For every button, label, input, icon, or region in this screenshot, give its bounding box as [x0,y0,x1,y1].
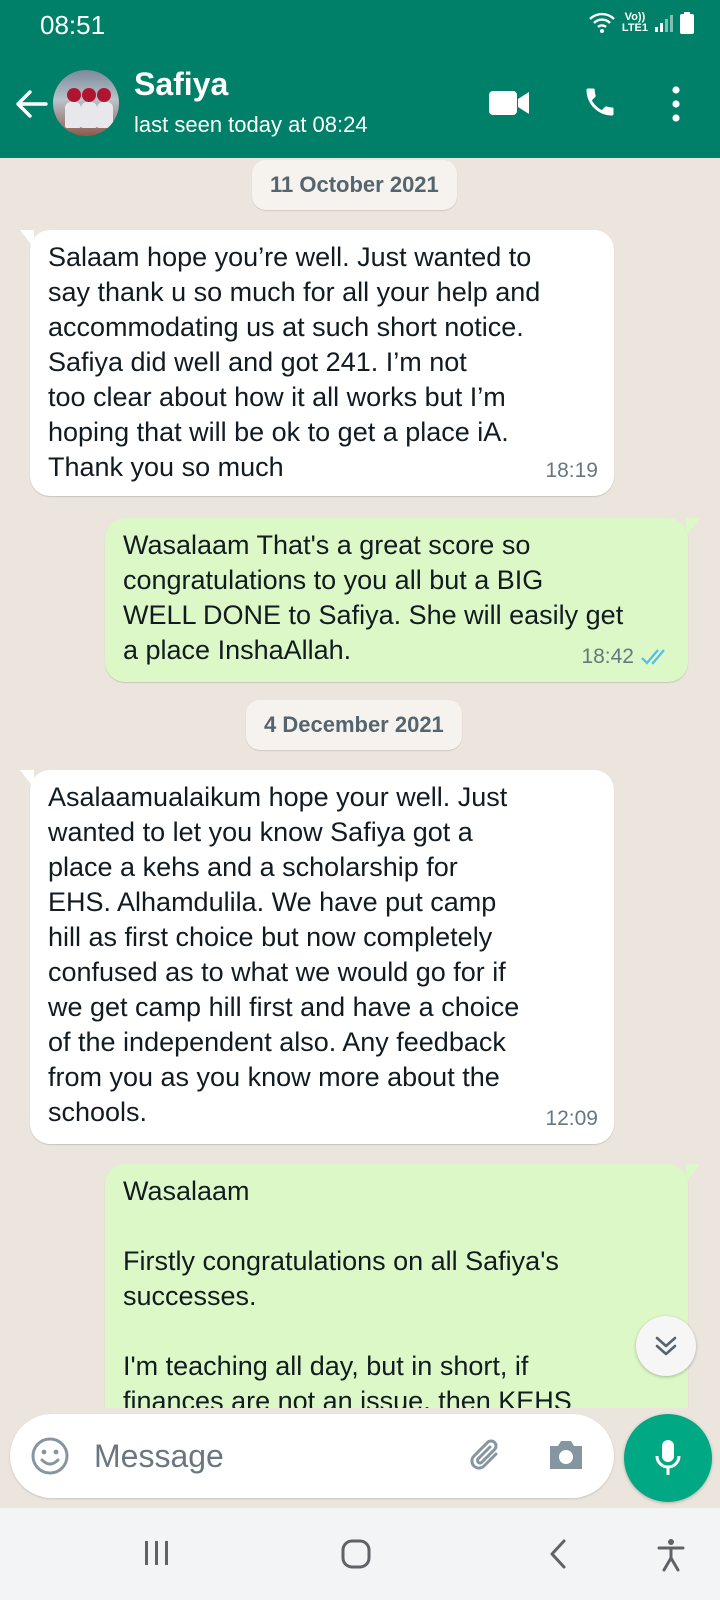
read-ticks-icon [641,648,665,665]
chat-header: Safiya last seen today at 08:24 [0,50,720,158]
message-text: Wasalaam Firstly congratulations on all … [123,1176,572,1408]
message-timestamp: 18:19 [545,459,598,482]
date-separator: 4 December 2021 [246,700,462,750]
emoji-icon[interactable] [30,1436,70,1476]
accessibility-icon[interactable] [656,1538,686,1572]
date-separator: 11 October 2021 [252,160,457,210]
message-composer [10,1414,614,1498]
voice-message-button[interactable] [624,1414,712,1502]
scroll-to-bottom-button[interactable] [636,1316,696,1376]
home-icon[interactable] [340,1538,372,1570]
more-options-icon[interactable] [670,84,682,124]
video-call-icon[interactable] [488,88,530,118]
contact-name[interactable]: Safiya [134,66,228,103]
message-text: Salaam hope you’re well. Just wanted to … [48,242,541,482]
chat-area[interactable]: 11 October 2021 Salaam hope you’re well.… [0,158,720,1408]
status-icons: Vo)) LTE1 [588,12,694,34]
last-seen-status[interactable]: last seen today at 08:24 [134,112,368,138]
system-navigation-bar [0,1508,720,1600]
outgoing-message-bubble[interactable]: Wasalaam That's a great score so congrat… [105,518,700,682]
recent-apps-icon[interactable] [142,1538,172,1568]
battery-icon [680,12,694,34]
incoming-message-bubble[interactable]: Salaam hope you’re well. Just wanted to … [20,230,614,496]
message-text: Asalaamualaikum hope your well. Just wan… [48,782,520,1127]
camera-icon[interactable] [546,1436,586,1474]
phone-call-icon[interactable] [582,84,618,120]
message-input[interactable] [92,1432,436,1480]
status-time: 08:51 [40,10,106,40]
outgoing-message-bubble[interactable]: Wasalaam Firstly congratulations on all … [105,1164,700,1408]
signal-icon [655,15,673,32]
incoming-message-bubble[interactable]: Asalaamualaikum hope your well. Just wan… [20,770,614,1144]
wifi-icon [589,12,615,33]
status-bar: 08:51 Vo)) LTE1 [0,0,720,50]
message-timestamp: 12:09 [545,1107,598,1130]
contact-avatar[interactable] [53,70,119,136]
double-chevron-down-icon [655,1336,677,1356]
network-type-label: Vo)) LTE1 [621,11,648,34]
message-timestamp: 18:42 [581,639,672,674]
back-icon[interactable] [546,1538,570,1570]
microphone-icon [655,1440,681,1475]
attach-icon[interactable] [466,1436,506,1476]
back-arrow-icon[interactable] [14,86,50,122]
